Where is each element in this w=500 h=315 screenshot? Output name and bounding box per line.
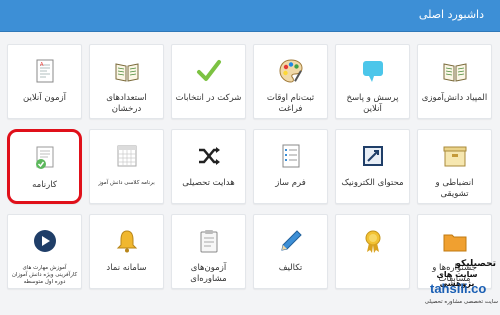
tile-namad-system[interactable]: سامانه نماد: [89, 214, 164, 289]
tile-label: آزمون آنلاین: [23, 93, 66, 103]
checkmark-icon: [196, 60, 221, 81]
shuffle-arrows-icon: [198, 147, 220, 165]
tile-label: شرکت در انتخابات: [175, 93, 242, 103]
tile-label: آموزش مهارت های کارآفرینی ویژه دانش آموز…: [11, 265, 78, 285]
award-ribbon-icon: [365, 230, 380, 253]
tile-gifted-talents[interactable]: استعدادهای درخشان: [89, 44, 164, 119]
watermark-line: tahsili.co: [430, 281, 487, 296]
watermark-line: تحصیلیکو: [455, 259, 496, 269]
tile-homework[interactable]: تکالیف: [253, 214, 328, 289]
tile-leisure-registration[interactable]: ثبت‌نام اوقات فراغت: [253, 44, 328, 119]
tile-academic-guidance[interactable]: هدایت تحصیلی: [171, 129, 246, 204]
open-book-icon: [115, 63, 138, 82]
exam-sheet-icon: A: [36, 59, 53, 83]
video-play-icon: [33, 230, 56, 252]
bell-icon: [116, 230, 137, 253]
presentation-icon: [362, 146, 383, 166]
tile-label: پرسش و پاسخ آنلاین: [346, 93, 399, 114]
tile-student-olympiad[interactable]: المپیاد دانش‌آموزی: [417, 44, 492, 119]
archive-box-icon: [443, 146, 466, 167]
open-book-icon: [443, 63, 466, 82]
calendar-icon: [117, 145, 136, 167]
report-card-icon: [35, 146, 53, 169]
folder-icon: [443, 234, 466, 252]
clipboard-icon: [200, 230, 217, 253]
tile-label: فرم ساز: [275, 178, 306, 188]
tile-label: سامانه نماد: [106, 263, 147, 273]
watermark-logo: تحصیلیکو سایت های پژوهشی tahsili.co سایت…: [418, 255, 500, 315]
tile-awards[interactable]: تکالیف: [335, 214, 410, 289]
tile-label: برنامه کلاسی دانش آموز: [98, 180, 155, 186]
tile-entrepreneurship-training[interactable]: آموزش مهارت های کارآفرینی ویژه دانش آموز…: [7, 214, 82, 289]
form-list-icon: [282, 144, 299, 168]
tile-e-content[interactable]: محتوای الکترونیک: [335, 129, 410, 204]
tile-online-exam[interactable]: A آزمون آنلاین: [7, 44, 82, 119]
tile-online-qa[interactable]: پرسش و پاسخ آنلاین: [335, 44, 410, 119]
palette-icon: [278, 59, 303, 83]
svg-text:A: A: [40, 62, 44, 68]
tile-label: محتوای الکترونیک: [341, 178, 404, 188]
tile-discipline[interactable]: انضباطی و تشویقی: [417, 129, 492, 204]
tile-label: هدایت تحصیلی: [182, 178, 235, 188]
tile-label: استعدادهای درخشان: [106, 93, 147, 114]
tile-label: کارنامه: [32, 180, 57, 190]
tile-label: انضباطی و تشویقی: [435, 178, 474, 199]
speech-bubble-icon: [362, 61, 383, 82]
pencil-icon: [280, 230, 302, 251]
tile-label: آزمون‌های مشاوره‌ای: [190, 263, 227, 284]
dashboard-header: داشبورد اصلی: [0, 0, 500, 32]
tile-form-builder[interactable]: فرم ساز: [253, 129, 328, 204]
watermark-line: سایت تخصصی مشاوره تحصیلی: [424, 299, 498, 305]
tile-label: المپیاد دانش‌آموزی: [421, 93, 488, 103]
tile-report-card[interactable]: کارنامه: [7, 129, 82, 204]
tile-elections[interactable]: شرکت در انتخابات: [171, 44, 246, 119]
tile-class-schedule[interactable]: برنامه کلاسی دانش آموز: [89, 129, 164, 204]
tile-label: ثبت‌نام اوقات فراغت: [266, 93, 315, 114]
tile-label: تکالیف: [278, 263, 303, 273]
tile-counseling-tests[interactable]: آزمون‌های مشاوره‌ای: [171, 214, 246, 289]
page-title: داشبورد اصلی: [418, 8, 484, 21]
